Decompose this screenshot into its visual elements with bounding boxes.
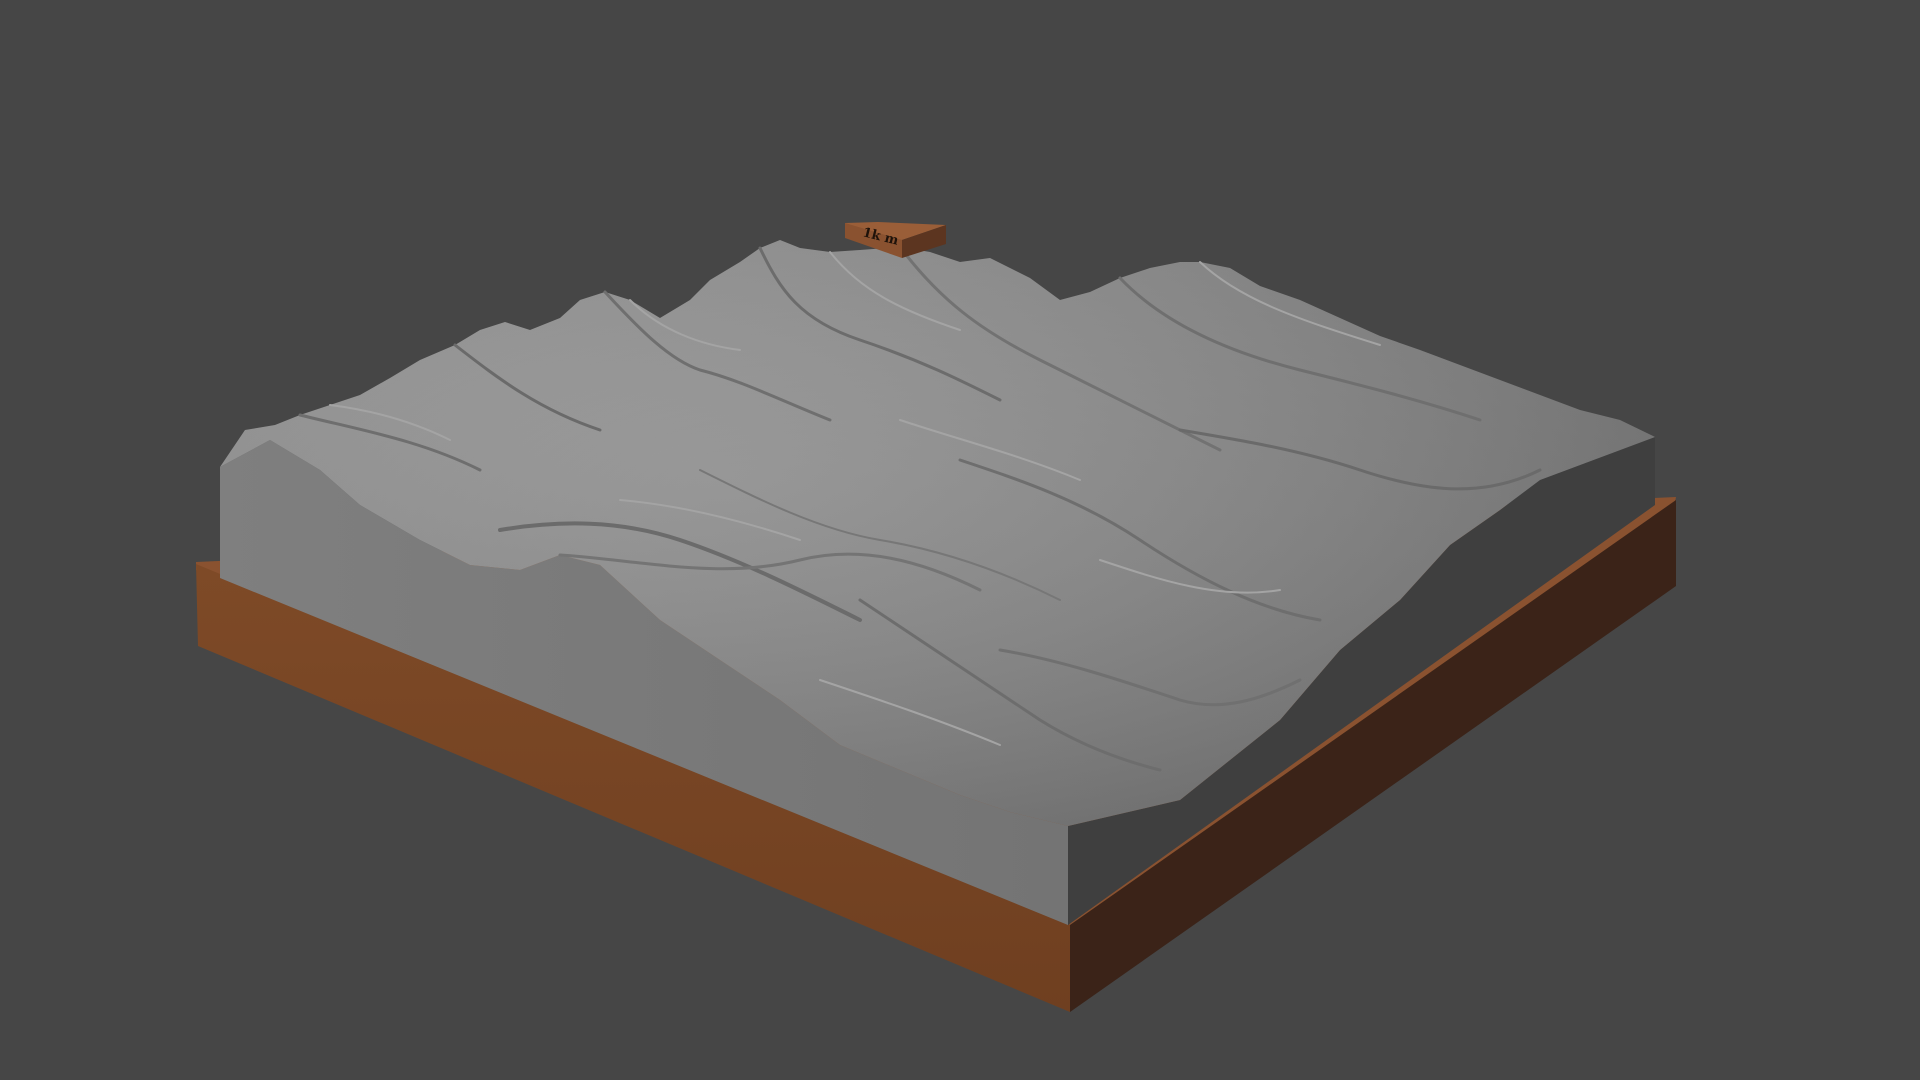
terrain-block[interactable] xyxy=(220,240,1655,925)
3d-viewport[interactable]: 1k m xyxy=(0,0,1920,1080)
terrain-scene[interactable]: 1k m xyxy=(0,0,1920,1080)
